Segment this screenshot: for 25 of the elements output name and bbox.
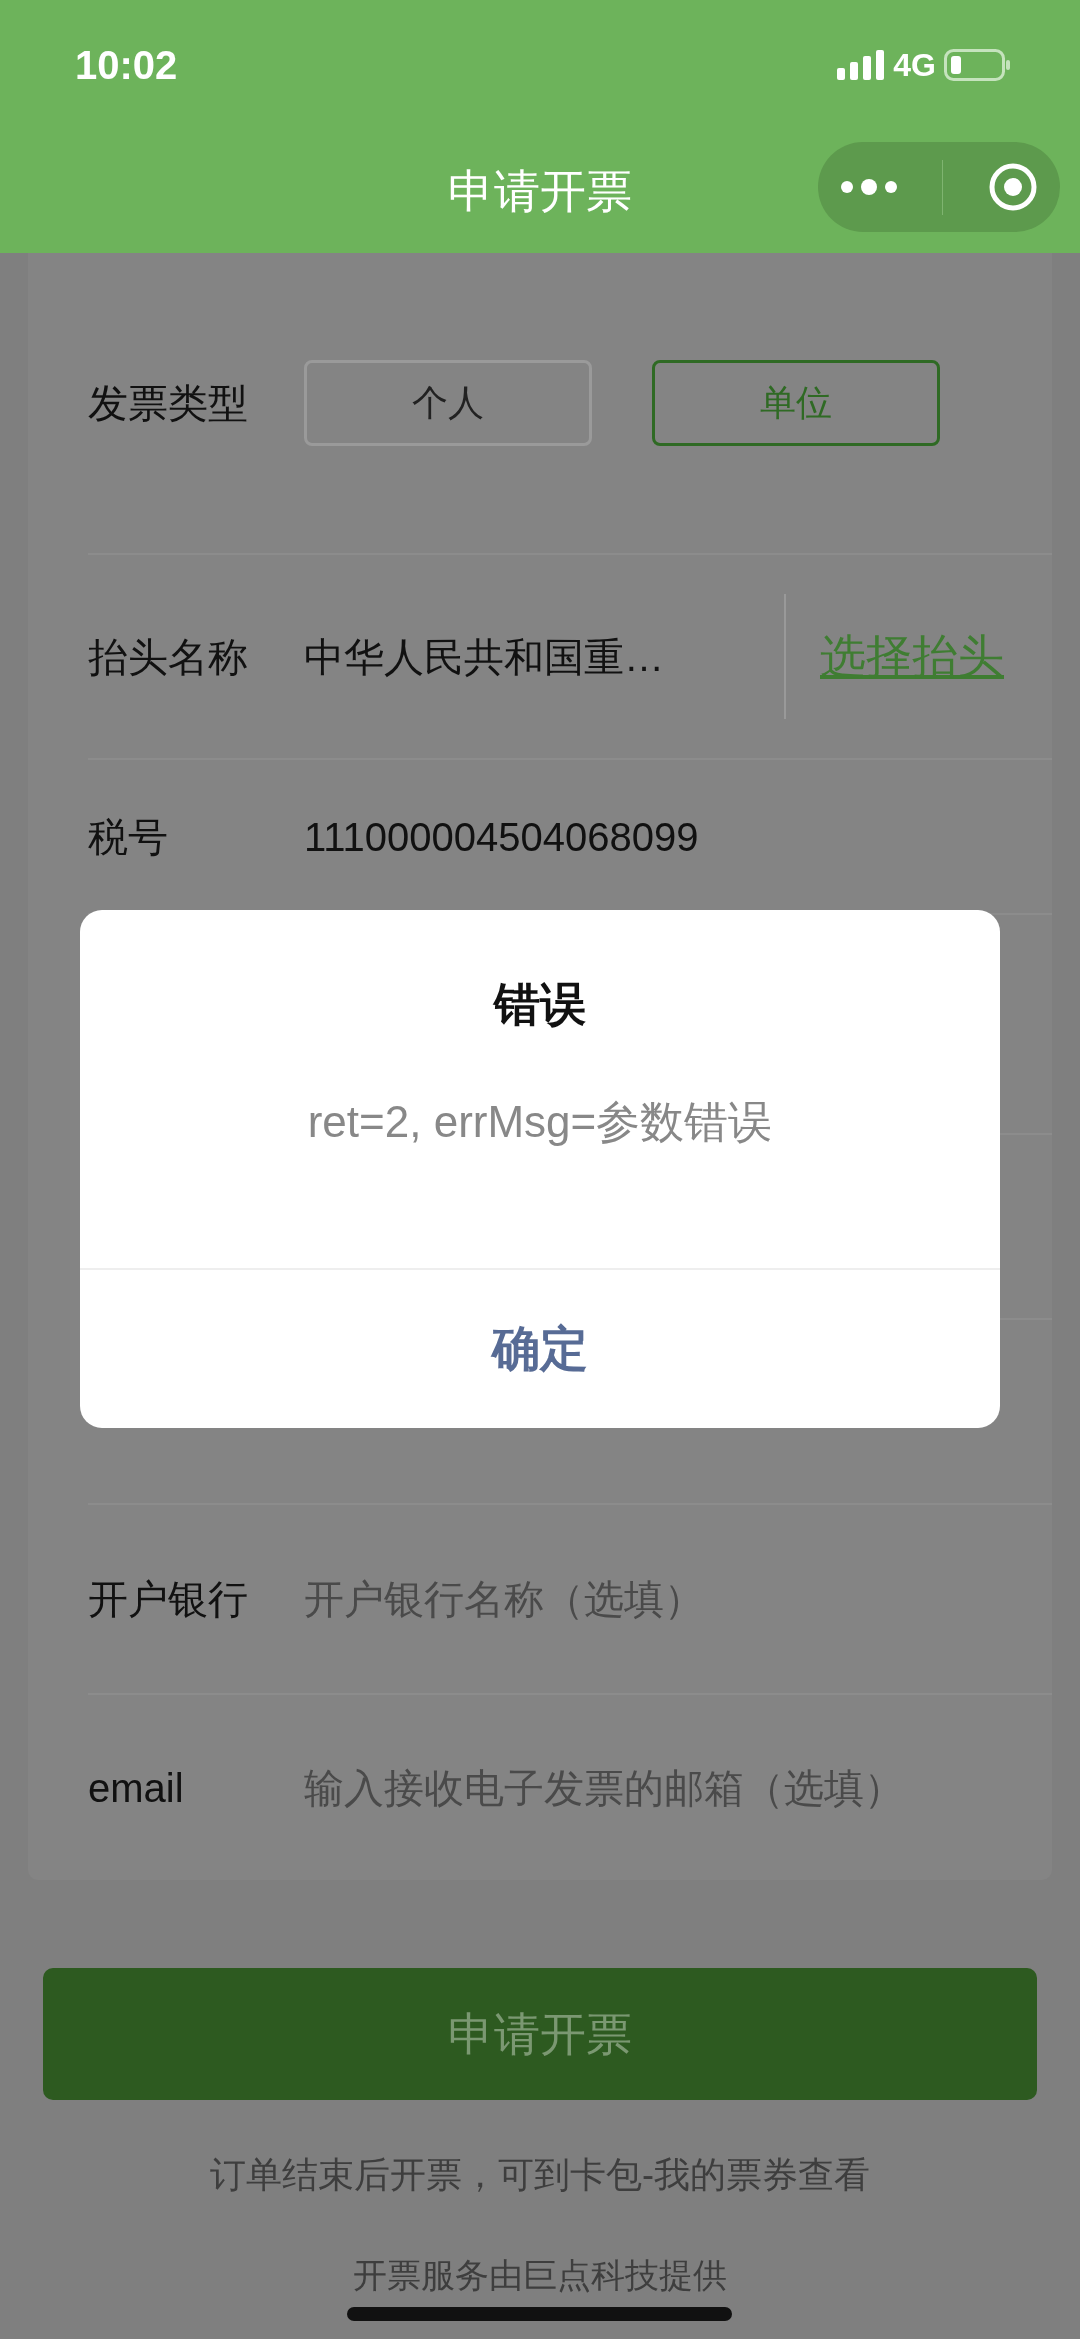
dialog-message: ret=2, errMsg=参数错误 [307, 1096, 773, 1148]
field-label: 开户银行 [88, 1576, 249, 1623]
signal-icon [837, 50, 886, 80]
provider-text: 开票服务由巨点科技提供 [352, 2255, 728, 2296]
close-icon[interactable] [987, 162, 1038, 212]
battery-icon [944, 49, 1010, 81]
type-option[interactable]: 个人 [304, 360, 592, 446]
submit-button[interactable]: 申请开票 [43, 1968, 1037, 2100]
type-option[interactable]: 单位 [652, 360, 940, 446]
field-label: email [88, 1764, 185, 1812]
network-label: 4G [893, 46, 936, 85]
field-label: 发票类型 [88, 380, 249, 427]
field-value: 中华人民共和国重… [304, 633, 665, 681]
input-field[interactable]: 输入接收电子发票的邮箱（选填） [304, 1757, 1052, 1818]
input-field[interactable]: 开户银行名称（选填） [304, 1569, 1052, 1629]
status-time: 10:02 [75, 42, 178, 89]
field-value: 111000004504068099 [304, 813, 699, 861]
select-title-link[interactable]: 选择抬头 [820, 622, 1004, 691]
info-text: 订单结束后开票，可到卡包-我的票券查看 [209, 2153, 871, 2197]
page-title: 申请开票 [448, 164, 632, 219]
field-label: 税号 [88, 813, 169, 861]
more-icon[interactable] [840, 179, 899, 195]
dialog-title: 错误 [494, 977, 586, 1032]
confirm-button[interactable]: 确定 [80, 1268, 1000, 1428]
field-label: 抬头名称 [88, 633, 249, 681]
